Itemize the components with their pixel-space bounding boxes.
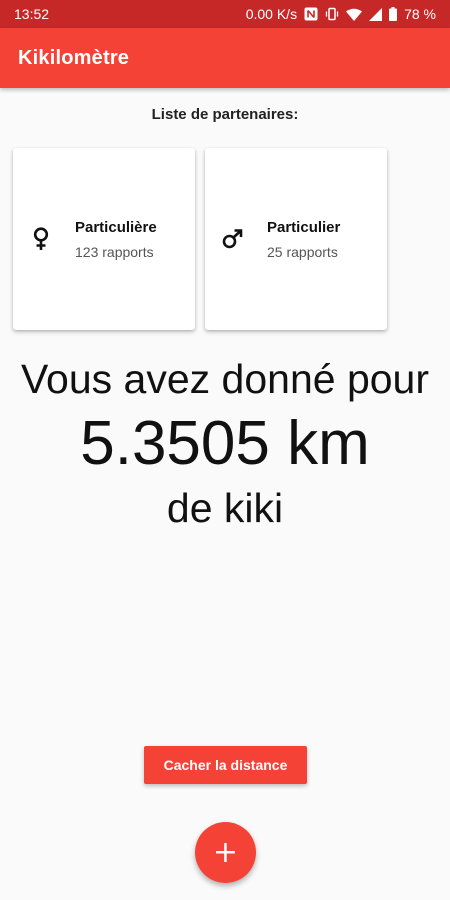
distance-value: 5.3505 km (80, 409, 370, 478)
vibrate-icon (325, 7, 339, 21)
signal-icon (369, 7, 383, 21)
partner-reports: 25 rapports (267, 243, 338, 260)
summary-line-3: de kiki (166, 485, 284, 531)
male-symbol-icon (221, 229, 245, 249)
net-speed: 0.00 K/s (245, 6, 298, 22)
wifi-icon (346, 8, 363, 21)
partner-card-text: Particulière 123 rapports (75, 219, 157, 260)
app-title: Kikilomètre (18, 46, 130, 69)
app-bar: Kikilomètre (0, 28, 450, 88)
battery-icon (389, 7, 398, 21)
female-symbol-icon (29, 227, 53, 251)
partner-card-text: Particulier 25 rapports (267, 219, 340, 260)
battery-level: 78 % (404, 6, 436, 22)
partners-heading: Liste de partenaires: (151, 106, 299, 123)
status-time: 13:52 (14, 6, 50, 22)
status-bar: 13:52 0.00 K/s 78 % (0, 0, 450, 28)
nfc-icon (304, 7, 318, 21)
partner-reports: 123 rapports (75, 243, 154, 260)
partner-card-male[interactable]: Particulier 25 rapports (205, 148, 387, 330)
summary-line-1: Vous avez donné pour (20, 356, 430, 402)
partner-name: Particulière (75, 218, 157, 236)
add-button[interactable]: + (195, 822, 256, 883)
hide-distance-button[interactable]: Cacher la distance (144, 746, 307, 784)
plus-icon: + (212, 834, 239, 870)
partner-name: Particulier (267, 218, 341, 236)
status-icons: 0.00 K/s 78 % (246, 6, 436, 22)
partner-card-female[interactable]: Particulière 123 rapports (13, 148, 195, 330)
